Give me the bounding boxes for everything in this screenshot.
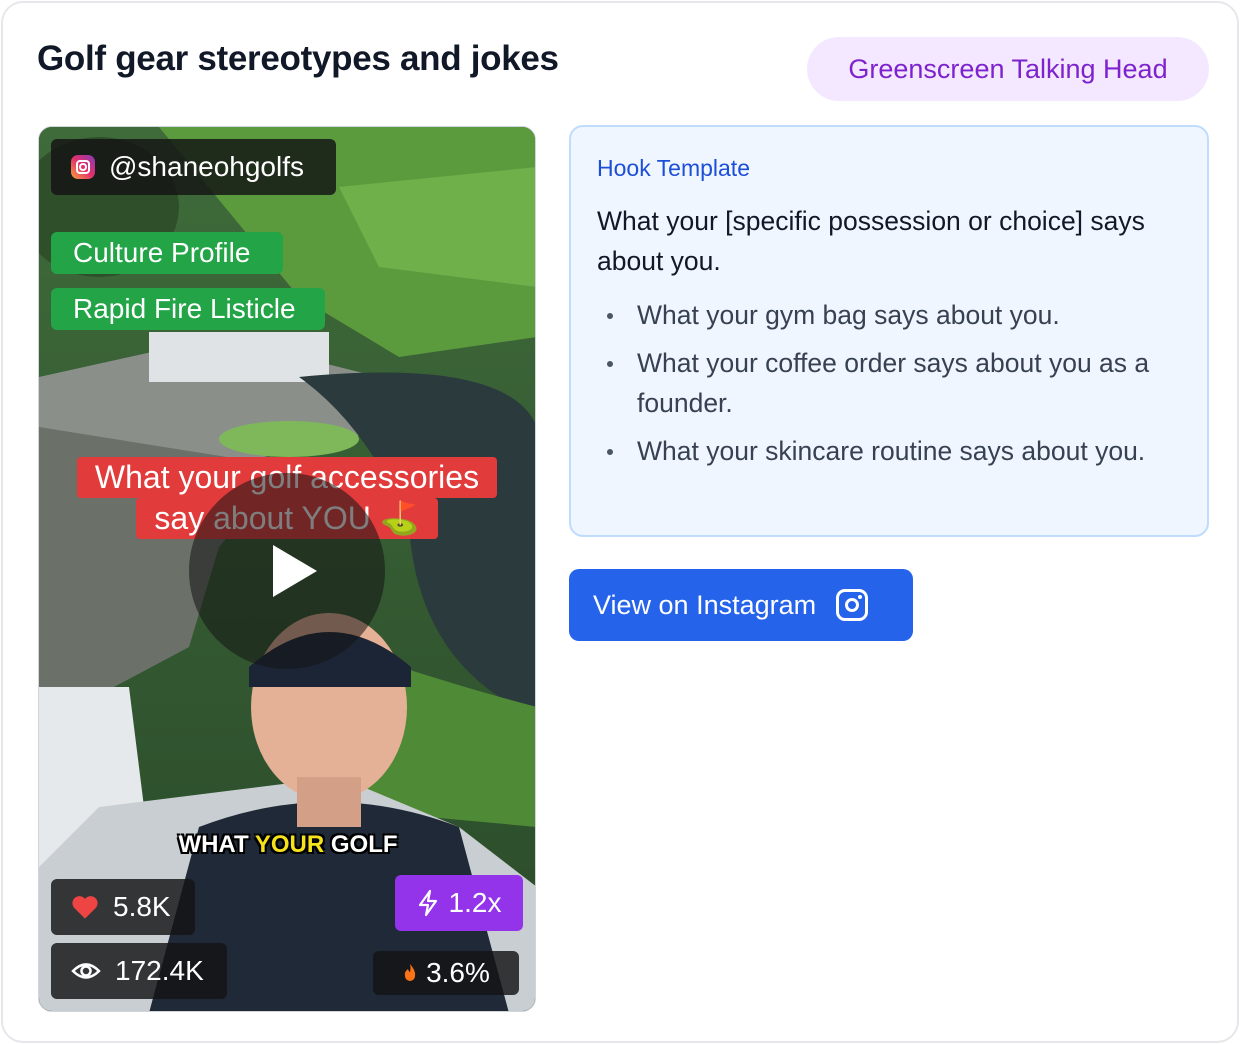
handle-text: @shaneohgolfs: [109, 151, 305, 182]
caption-suffix: GOLF: [324, 831, 398, 858]
tag-rapid-fire-listicle: Rapid Fire Listicle: [51, 288, 325, 330]
post-card: Golf gear stereotypes and jokes Greenscr…: [1, 1, 1239, 1043]
caption-prefix: WHAT: [178, 831, 255, 858]
instagram-icon: [71, 155, 95, 179]
hook-example: What your skincare routine says about yo…: [597, 431, 1187, 471]
instagram-icon: [836, 589, 869, 621]
eye-icon: [71, 963, 101, 979]
likes-value: 5.8K: [113, 891, 171, 922]
heart-icon: [72, 896, 98, 919]
likes-count: 5.8K: [51, 879, 195, 935]
flame-icon: [404, 964, 416, 981]
video-thumbnail[interactable]: @shaneohgolfs Culture Profile Rapid Fire…: [38, 126, 536, 1012]
hook-examples-list: What your gym bag says about you. What y…: [597, 295, 1187, 479]
hook-example: What your gym bag says about you.: [597, 295, 1187, 335]
creator-handle[interactable]: @shaneohgolfs: [51, 139, 336, 195]
boost-multiplier: 1.2x: [395, 875, 523, 931]
caption-highlight: YOUR: [254, 831, 325, 858]
engagement-value: 3.6%: [426, 957, 490, 988]
hook-example: What your coffee order says about you as…: [597, 343, 1187, 423]
view-on-instagram-label: View on Instagram: [593, 589, 817, 620]
tag-culture-profile: Culture Profile: [51, 232, 283, 274]
lightning-icon: [418, 889, 437, 917]
card-title: Golf gear stereotypes and jokes: [37, 39, 559, 78]
views-count: 172.4K: [51, 943, 227, 999]
video-caption: WHAT YOUR GOLF: [39, 831, 535, 859]
boost-value: 1.2x: [448, 887, 502, 918]
category-badge: Greenscreen Talking Head: [807, 37, 1209, 101]
hook-template-panel: Hook Template What your [specific posses…: [569, 125, 1209, 537]
hook-template-text: What your [specific possession or choice…: [597, 206, 1145, 276]
play-icon[interactable]: [189, 473, 385, 669]
view-on-instagram-button[interactable]: View on Instagram: [569, 569, 913, 641]
views-value: 172.4K: [115, 955, 204, 986]
hook-label: Hook Template: [597, 155, 750, 181]
engagement-rate: 3.6%: [373, 951, 519, 995]
